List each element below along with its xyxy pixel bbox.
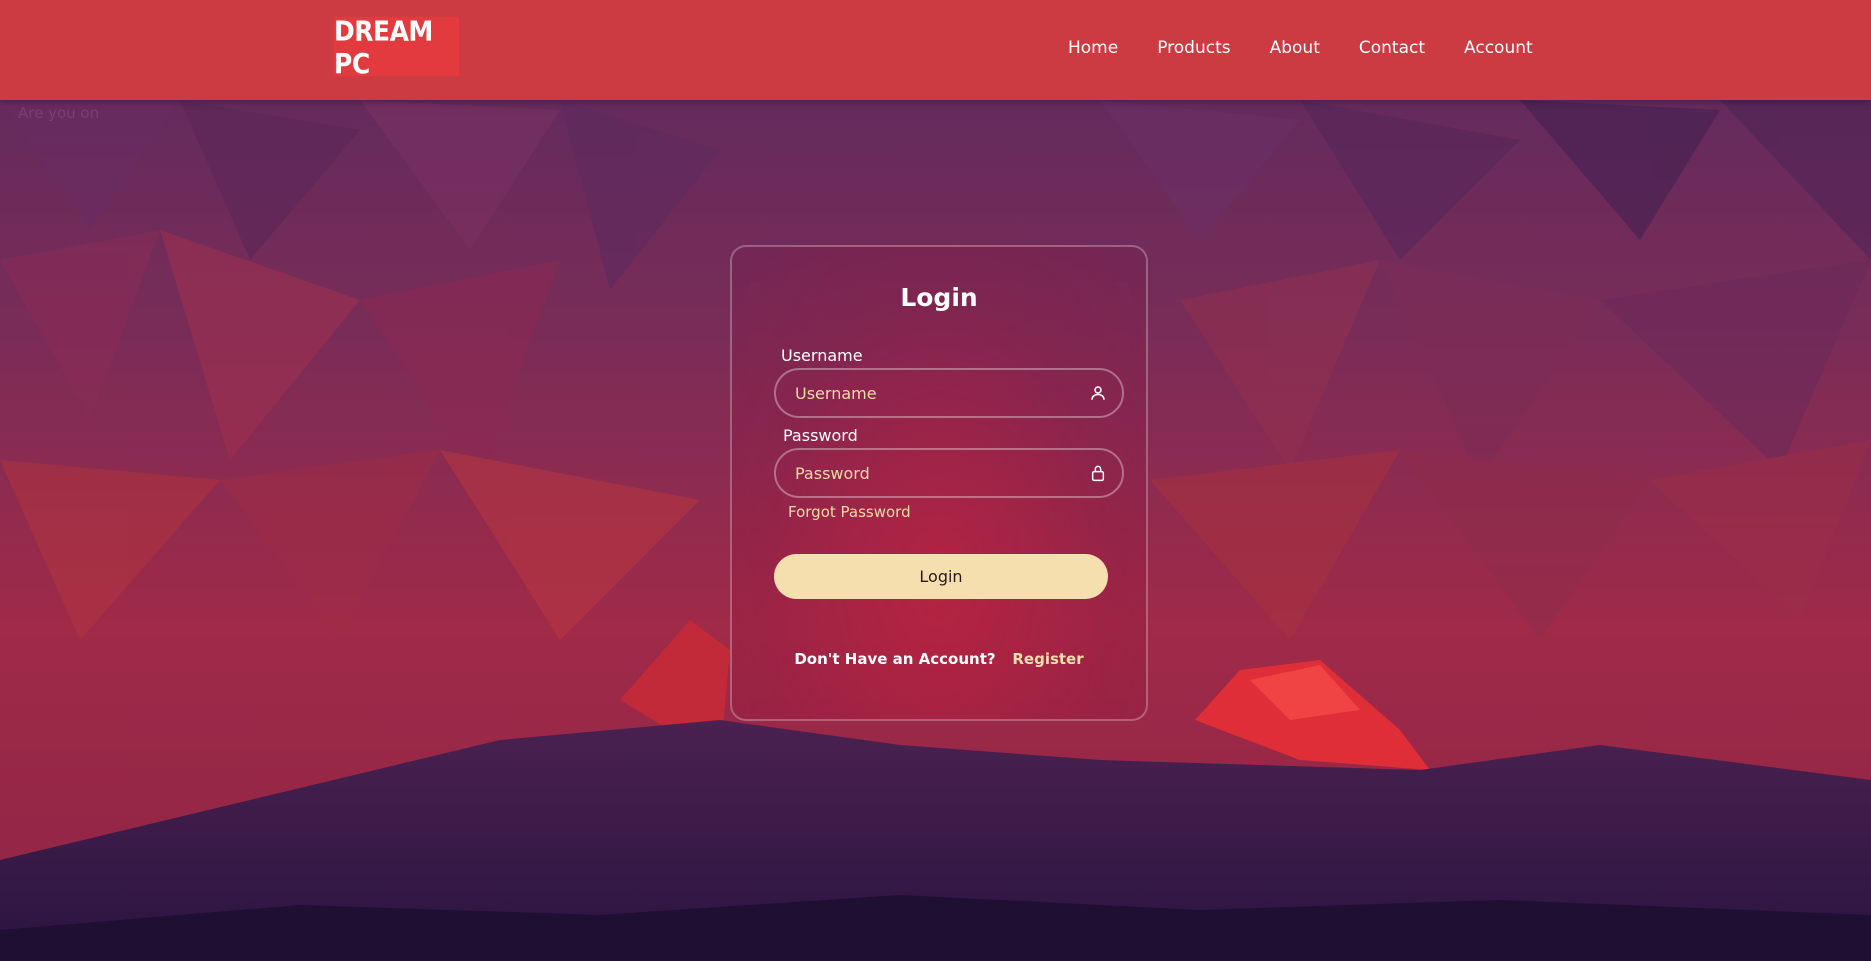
- username-field-wrapper: [774, 368, 1124, 418]
- login-button[interactable]: Login: [774, 554, 1108, 599]
- username-label: Username: [781, 346, 863, 365]
- user-icon: [1088, 383, 1108, 403]
- background-faded-text: Are you on: [18, 104, 100, 122]
- password-input[interactable]: [776, 450, 1122, 496]
- nav-link-about[interactable]: About: [1270, 38, 1320, 58]
- nav-link-home[interactable]: Home: [1068, 38, 1118, 58]
- main-nav: Home Products About Contact Account: [1068, 38, 1533, 58]
- register-link[interactable]: Register: [1012, 650, 1083, 668]
- password-label: Password: [783, 426, 858, 445]
- lock-icon: [1088, 463, 1108, 483]
- brand-logo[interactable]: DREAM PC: [334, 14, 459, 79]
- nav-link-products[interactable]: Products: [1157, 38, 1230, 58]
- no-account-text: Don't Have an Account?: [794, 650, 996, 668]
- login-card: Login Username Password Forgot Password …: [730, 245, 1148, 721]
- register-row: Don't Have an Account? Register: [732, 650, 1146, 668]
- nav-link-account[interactable]: Account: [1464, 38, 1533, 58]
- login-title: Login: [900, 283, 978, 312]
- password-field-wrapper: [774, 448, 1124, 498]
- site-header: DREAM PC Home Products About Contact Acc…: [0, 0, 1871, 100]
- nav-link-contact[interactable]: Contact: [1359, 38, 1425, 58]
- username-input[interactable]: [776, 370, 1122, 416]
- forgot-password-link[interactable]: Forgot Password: [788, 503, 911, 521]
